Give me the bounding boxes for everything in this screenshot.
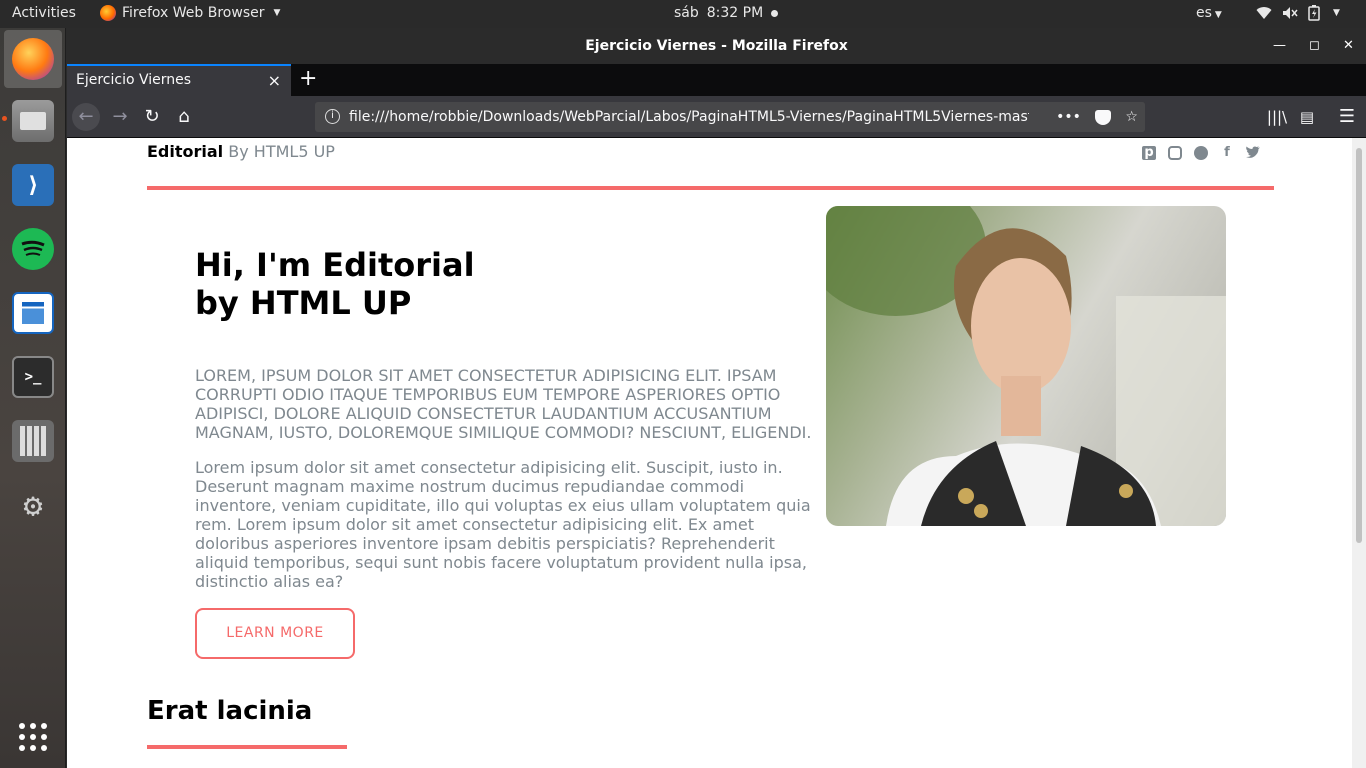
snapchat-icon[interactable] [1194,146,1208,160]
vscode-icon: ⟩ [12,164,54,206]
app-menu[interactable]: Firefox Web Browser ▼ [100,5,280,21]
dock-writer[interactable] [4,284,62,342]
dock-files[interactable] [2,92,62,150]
navigation-toolbar: ← → ↻ ⌂ i file:///home/robbie/Downloads/… [67,96,1366,138]
section-title: Erat lacinia [147,696,313,726]
site-header: Editorial By HTML5 UP p f [147,142,1274,190]
files-icon [12,100,54,142]
banner-title: Hi, I'm Editorial by HTML UP [195,246,475,322]
running-indicator [2,116,7,121]
facebook-icon[interactable]: f [1220,146,1234,160]
clock-time: 8:32 PM [706,5,764,21]
spotify-icon [12,228,54,270]
scrollbar-thumb[interactable] [1356,148,1362,543]
writer-icon [12,292,54,334]
section-divider [147,745,347,749]
more-actions-icon[interactable]: ••• [1056,102,1081,132]
home-icon[interactable]: ⌂ [170,103,198,131]
firefox-window: Ejercicio Viernes - Mozilla Firefox — ◻ … [67,28,1366,768]
url-text: file:///home/robbie/Downloads/WebParcial… [349,109,1029,125]
language-label: es [1196,5,1212,21]
chevron-down-icon: ▼ [1333,8,1340,18]
gnome-top-bar: Activities Firefox Web Browser ▼ sáb 8:3… [0,0,1366,28]
forward-icon[interactable]: → [106,103,134,131]
learn-more-button[interactable]: LEARN MORE [195,608,355,659]
terminal-icon: >_ [12,356,54,398]
page-actions: ••• ☆ [1049,102,1145,132]
maximize-icon[interactable]: ◻ [1309,28,1320,64]
minimize-icon[interactable]: — [1273,28,1286,64]
dock: ⟩ >_ ⚙ [0,28,66,768]
clock-day: sáb [674,5,699,21]
dock-show-apps[interactable] [4,708,62,766]
activities-button[interactable]: Activities [12,5,76,21]
banner-title-line2: by HTML UP [195,284,412,322]
pinterest-icon[interactable]: p [1142,146,1156,160]
firefox-small-icon [100,5,116,21]
tab-strip: Ejercicio Viernes × + [67,64,1366,96]
window-title: Ejercicio Viernes - Mozilla Firefox [585,38,848,54]
banner-photo [826,206,1226,526]
site-info-icon[interactable]: i [325,109,340,124]
dock-firefox[interactable] [4,30,62,88]
battery-icon [1308,5,1320,21]
dock-calculator[interactable] [4,412,62,470]
new-tab-icon[interactable]: + [299,66,317,91]
twitter-icon[interactable] [1246,146,1260,160]
logo-rest: By HTML5 UP [223,142,335,161]
dock-terminal[interactable]: >_ [4,348,62,406]
reload-icon[interactable]: ↻ [138,103,166,131]
language-indicator[interactable]: es ▼ [1196,5,1222,21]
system-menu[interactable]: ▼ [1256,5,1340,21]
wifi-icon [1256,7,1272,20]
chevron-down-icon: ▼ [273,8,281,18]
settings-icon: ⚙ [23,486,43,524]
firefox-icon [12,38,54,80]
site-logo[interactable]: Editorial By HTML5 UP [147,142,1274,161]
dock-settings[interactable]: ⚙ [4,476,62,534]
hamburger-menu-icon[interactable]: ☰ [1333,103,1361,131]
close-tab-icon[interactable]: × [268,71,281,90]
library-icon[interactable]: |||\ [1263,103,1291,131]
instagram-icon[interactable] [1168,146,1182,160]
tab-ejercicio-viernes[interactable]: Ejercicio Viernes × [67,64,291,96]
banner-title-line1: Hi, I'm Editorial [195,246,475,284]
close-window-icon[interactable]: ✕ [1343,28,1354,64]
app-grid-icon [12,716,54,758]
chevron-down-icon: ▼ [1214,10,1222,20]
clock[interactable]: sáb 8:32 PM [674,5,779,21]
pocket-icon[interactable] [1095,109,1112,125]
web-page: Editorial By HTML5 UP p f Hi, I'm Editor… [67,138,1352,768]
banner-lead: Lorem, ipsum dolor sit amet consectetur … [195,366,812,442]
social-icons: p f [1142,146,1260,160]
sidebar-icon[interactable]: ▤ [1293,103,1321,131]
logo-bold: Editorial [147,142,224,161]
dock-vscode[interactable]: ⟩ [4,156,62,214]
banner-paragraph: Lorem ipsum dolor sit amet consectetur a… [195,458,811,591]
tab-title: Ejercicio Viernes [76,72,192,88]
calculator-icon [12,420,54,462]
window-titlebar: Ejercicio Viernes - Mozilla Firefox — ◻ … [67,28,1366,64]
app-menu-label: Firefox Web Browser [122,5,265,21]
url-bar[interactable]: i file:///home/robbie/Downloads/WebParci… [315,102,1145,132]
dock-spotify[interactable] [4,220,62,278]
back-icon[interactable]: ← [72,103,100,131]
page-scrollbar[interactable] [1352,138,1366,768]
notification-dot-icon [771,9,779,17]
volume-muted-icon [1283,7,1298,19]
bookmark-star-icon[interactable]: ☆ [1125,102,1138,132]
